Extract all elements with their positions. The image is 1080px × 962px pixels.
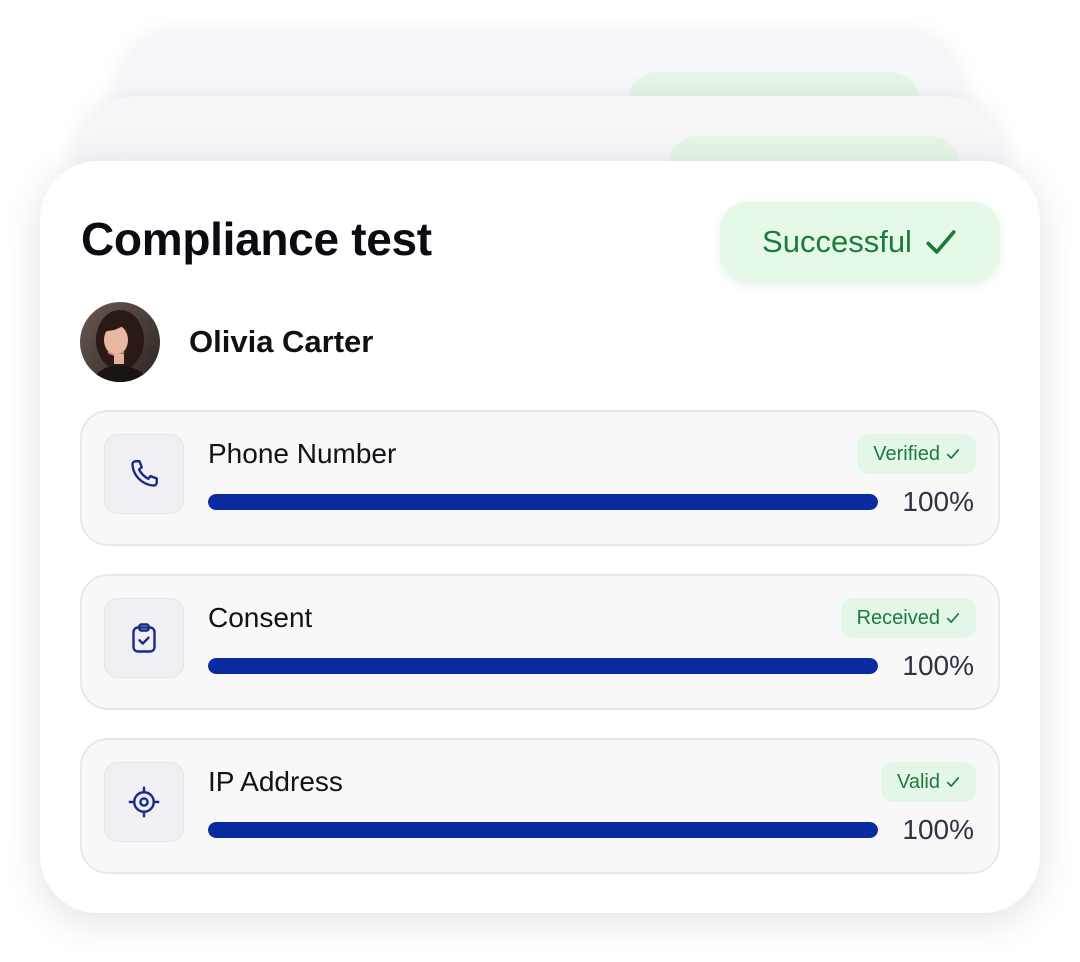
progress-bar-fill [208,658,878,674]
row-icon-box [104,762,184,842]
clipboard-check-icon [132,623,156,653]
compliance-card: Compliance test Successful Olivia Carter [40,161,1040,913]
progress-bar [208,494,878,510]
row-status-badge: Valid [881,762,976,802]
row-status-badge: Received [840,598,976,638]
progress-bar [208,822,878,838]
badge-label: Verified [873,442,940,465]
row-status-badge: Verified [857,434,976,474]
avatar-photo [80,302,160,382]
progress-value: 100% [902,650,974,681]
progress-value: 100% [902,486,974,517]
row-label: IP Address [208,766,343,797]
progress-bar-fill [208,822,878,838]
check-row-phone-number: Phone Number Verified 100% [80,410,1000,546]
check-icon [926,230,956,254]
check-icon [946,613,960,623]
badge-label: Valid [897,770,940,793]
card-title: Compliance test [81,213,432,265]
row-label: Phone Number [208,438,397,469]
avatar [80,302,160,382]
row-label: Consent [208,602,313,633]
progress-bar [208,658,878,674]
badge-label: Received [856,606,940,629]
status-label: Successful [762,224,912,259]
row-icon-box [104,434,184,514]
check-row-ip-address: IP Address Valid 100% [80,738,1000,874]
progress-value: 100% [902,814,974,845]
check-icon [946,449,960,459]
status-badge: Successful [720,202,1000,282]
phone-icon [131,460,158,487]
check-icon [946,777,960,787]
user-name: Olivia Carter [189,324,374,359]
row-icon-box [104,598,184,678]
progress-bar-fill [208,494,878,510]
target-icon [128,786,160,818]
check-row-consent: Consent Received 100% [80,574,1000,710]
